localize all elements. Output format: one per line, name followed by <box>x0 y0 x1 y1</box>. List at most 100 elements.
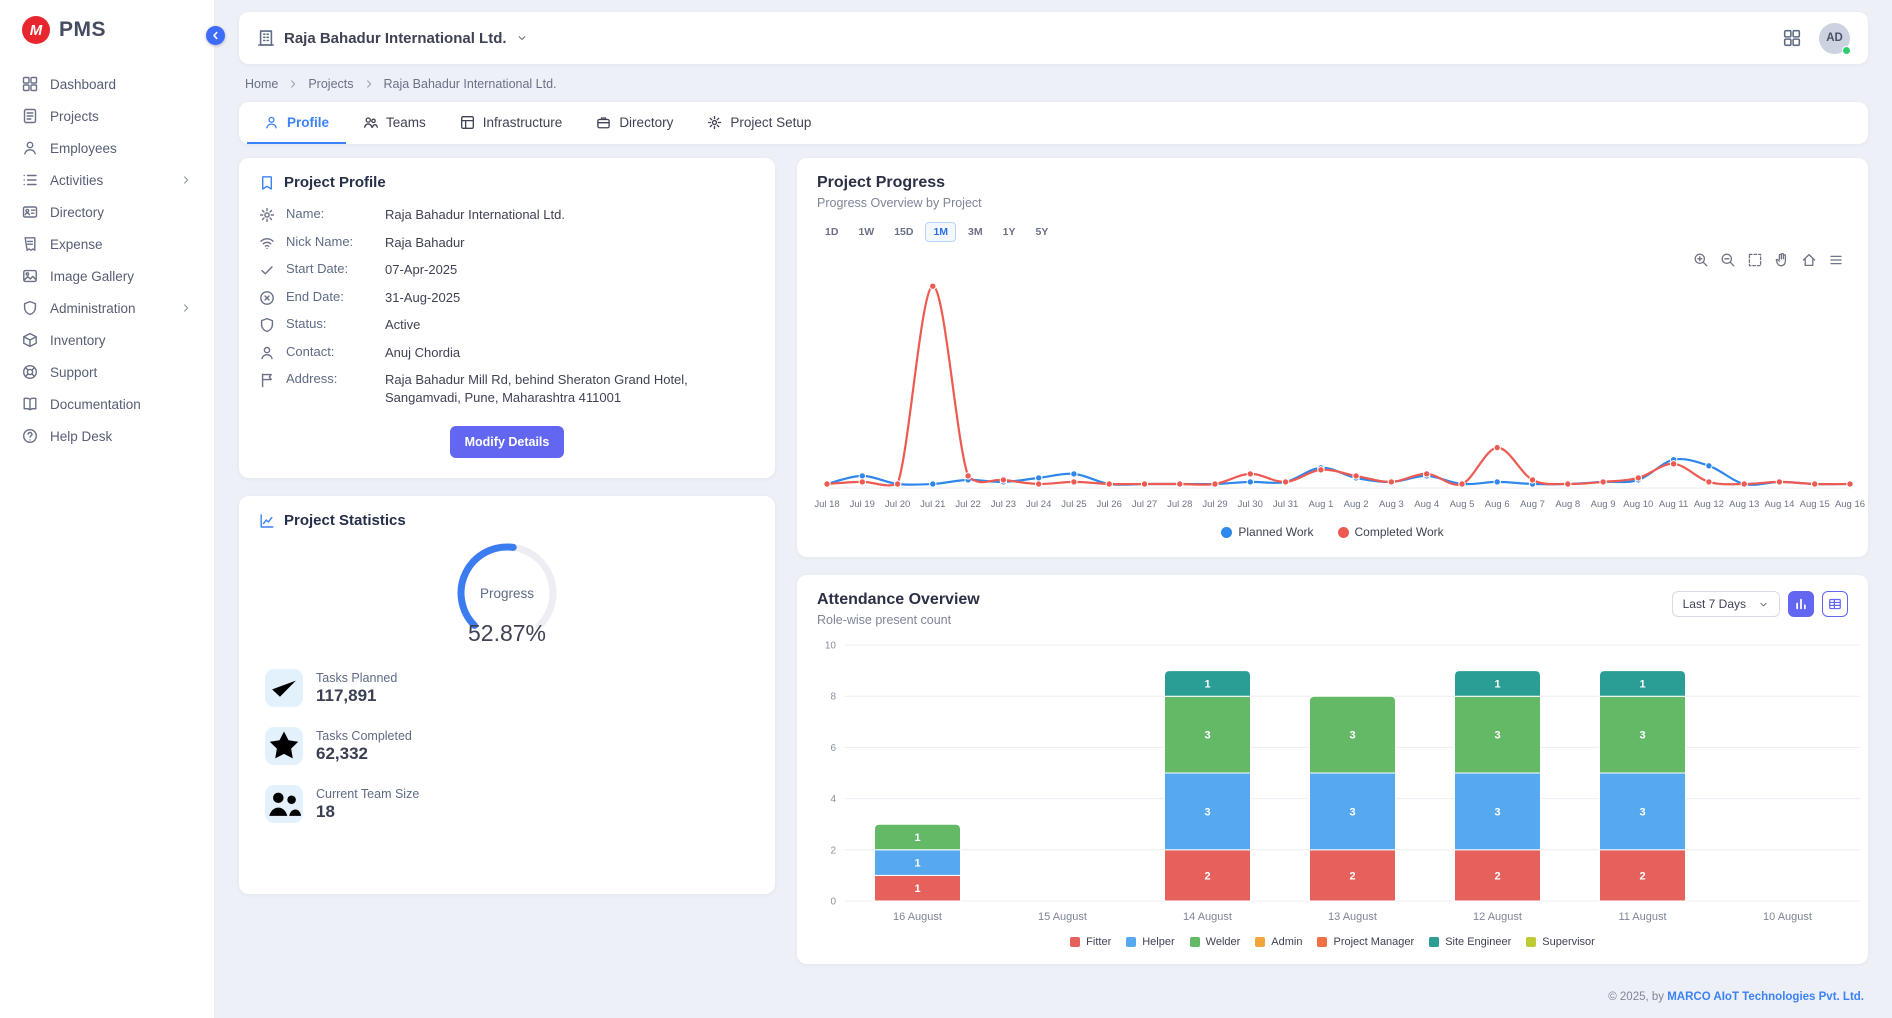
tab-label: Directory <box>619 115 673 130</box>
project-progress-card: Project Progress Progress Overview by Pr… <box>797 158 1868 557</box>
logo-icon: M <box>22 16 50 44</box>
zoom-out-icon[interactable] <box>1720 252 1736 268</box>
sidebar-item-expense[interactable]: Expense <box>0 228 214 260</box>
legend-swatch <box>1526 937 1536 947</box>
svg-text:Aug 6: Aug 6 <box>1485 499 1510 510</box>
tab-project-setup[interactable]: Project Setup <box>690 102 828 144</box>
range-button-3m[interactable]: 3M <box>960 222 991 242</box>
svg-text:3: 3 <box>1639 806 1645 818</box>
sidebar-item-projects[interactable]: Projects <box>0 100 214 132</box>
sidebar-item-label: Administration <box>50 301 136 316</box>
stat-label: Tasks Planned <box>316 671 397 685</box>
sidebar-collapse-button[interactable] <box>206 26 225 45</box>
sidebar-item-dashboard[interactable]: Dashboard <box>0 68 214 100</box>
svg-text:2: 2 <box>1204 870 1210 882</box>
project-statistics-card: Project Statistics Progress 52.87% Tasks… <box>239 496 775 894</box>
stat-current-team-size: Current Team Size18 <box>265 779 749 829</box>
progress-gauge: Progress 52.87% <box>259 537 755 647</box>
legend-label: Planned Work <box>1238 525 1313 539</box>
svg-text:Aug 3: Aug 3 <box>1379 499 1404 510</box>
project-selector[interactable]: Raja Bahadur International Ltd. <box>257 29 528 47</box>
team-icon <box>265 785 303 823</box>
bar-view-toggle[interactable] <box>1788 591 1814 617</box>
field-value: Active <box>385 316 420 334</box>
svg-text:Aug 2: Aug 2 <box>1344 499 1369 510</box>
svg-text:3: 3 <box>1204 806 1210 818</box>
sidebar-item-directory[interactable]: Directory <box>0 196 214 228</box>
sidebar-item-inventory[interactable]: Inventory <box>0 324 214 356</box>
documentation-icon <box>22 396 38 412</box>
legend-planned-work[interactable]: Planned Work <box>1221 525 1313 539</box>
field-value: Raja Bahadur <box>385 234 465 252</box>
field-value: Raja Bahadur International Ltd. <box>385 206 565 224</box>
table-view-icon <box>1828 597 1842 611</box>
sidebar-item-documentation[interactable]: Documentation <box>0 388 214 420</box>
svg-text:Aug 15: Aug 15 <box>1800 499 1830 510</box>
view-toggles <box>1788 591 1848 617</box>
legend-project-manager[interactable]: Project Manager <box>1317 936 1414 948</box>
legend-site-engineer[interactable]: Site Engineer <box>1429 936 1511 948</box>
profile-field-address: Address:Raja Bahadur Mill Rd, behind She… <box>259 371 755 406</box>
table-view-toggle[interactable] <box>1822 591 1848 617</box>
tab-teams[interactable]: Teams <box>346 102 443 144</box>
svg-text:14 August: 14 August <box>1183 911 1232 923</box>
sidebar-item-employees[interactable]: Employees <box>0 132 214 164</box>
sidebar-item-administration[interactable]: Administration <box>0 292 214 324</box>
legend-fitter[interactable]: Fitter <box>1070 936 1111 948</box>
profile-field-start-date: Start Date:07-Apr-2025 <box>259 261 755 279</box>
support-icon <box>22 364 38 380</box>
progress-line-chart: Jul 18Jul 19Jul 20Jul 21Jul 22Jul 23Jul … <box>797 242 1868 519</box>
modify-details-button[interactable]: Modify Details <box>450 426 565 458</box>
date-range-select[interactable]: Last 7 Days <box>1672 591 1780 617</box>
projects-icon <box>22 108 38 124</box>
directory-tab-icon <box>596 115 611 130</box>
zoom-in-icon[interactable] <box>1693 252 1709 268</box>
chevron-right-icon <box>287 78 299 90</box>
pan-icon[interactable] <box>1774 252 1790 268</box>
breadcrumb-item-home[interactable]: Home <box>245 77 278 91</box>
breadcrumb-item-projects[interactable]: Projects <box>308 77 353 91</box>
svg-text:3: 3 <box>1349 806 1355 818</box>
svg-text:13 August: 13 August <box>1328 911 1377 923</box>
legend-supervisor[interactable]: Supervisor <box>1526 936 1595 948</box>
tab-infrastructure[interactable]: Infrastructure <box>443 102 580 144</box>
svg-text:2: 2 <box>1349 870 1355 882</box>
chevron-down-icon <box>516 32 528 44</box>
sidebar-item-support[interactable]: Support <box>0 356 214 388</box>
tab-profile[interactable]: Profile <box>247 102 346 144</box>
signal-icon <box>259 235 275 251</box>
company-link[interactable]: MARCO AIoT Technologies Pvt. Ltd. <box>1667 991 1864 1003</box>
range-button-1y[interactable]: 1Y <box>995 222 1024 242</box>
stat-tasks-planned: Tasks Planned117,891 <box>265 663 749 713</box>
legend-label: Supervisor <box>1542 936 1595 948</box>
range-button-1d[interactable]: 1D <box>817 222 846 242</box>
date-range-value: Last 7 Days <box>1683 597 1746 611</box>
sidebar-item-label: Help Desk <box>50 429 112 444</box>
svg-text:0: 0 <box>830 897 836 908</box>
svg-text:Jul 20: Jul 20 <box>885 499 910 510</box>
sidebar-item-activities[interactable]: Activities <box>0 164 214 196</box>
legend-helper[interactable]: Helper <box>1126 936 1174 948</box>
legend-completed-work[interactable]: Completed Work <box>1338 525 1444 539</box>
range-button-1w[interactable]: 1W <box>850 222 882 242</box>
chevron-right-icon <box>363 78 375 90</box>
selection-icon[interactable] <box>1747 252 1763 268</box>
range-button-15d[interactable]: 15D <box>886 222 921 242</box>
avatar[interactable]: AD <box>1819 23 1850 54</box>
directory-icon <box>22 204 38 220</box>
menu-icon[interactable] <box>1828 252 1844 268</box>
star-icon <box>265 727 303 765</box>
range-button-1m[interactable]: 1M <box>925 222 956 242</box>
tab-directory[interactable]: Directory <box>579 102 690 144</box>
apps-grid-icon[interactable] <box>1783 29 1801 47</box>
legend-welder[interactable]: Welder <box>1190 936 1241 948</box>
svg-text:Aug 8: Aug 8 <box>1555 499 1580 510</box>
legend-admin[interactable]: Admin <box>1255 936 1302 948</box>
range-button-5y[interactable]: 5Y <box>1027 222 1056 242</box>
sidebar-item-help-desk[interactable]: Help Desk <box>0 420 214 452</box>
attendance-overview-card: Attendance Overview Role-wise present co… <box>797 575 1868 964</box>
svg-text:3: 3 <box>1349 730 1355 742</box>
svg-text:1: 1 <box>1494 678 1500 690</box>
sidebar-item-image-gallery[interactable]: Image Gallery <box>0 260 214 292</box>
home-icon[interactable] <box>1801 252 1817 268</box>
